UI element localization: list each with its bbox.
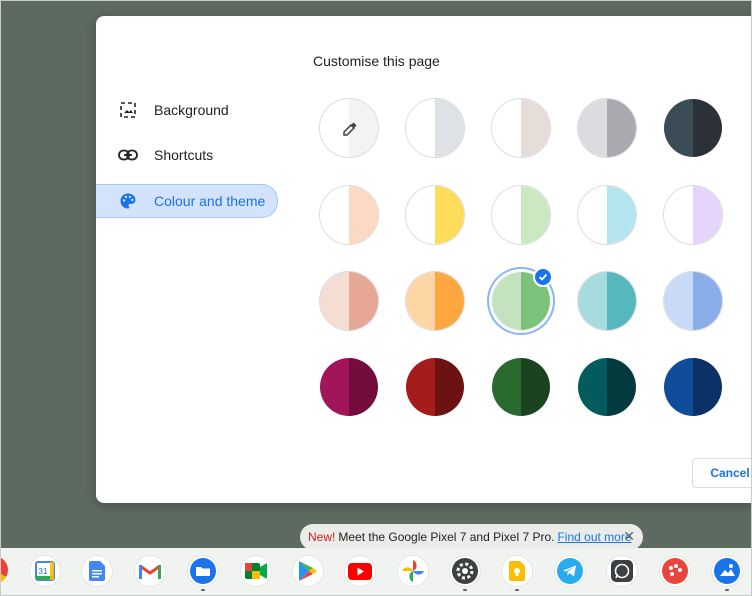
sidebar-item-label: Colour and theme <box>154 193 266 209</box>
meet-icon[interactable] <box>241 556 271 586</box>
swatch-aqua-light[interactable] <box>577 185 637 245</box>
link-icon <box>118 145 138 165</box>
swatch-left-half <box>492 358 521 416</box>
youtube-icon[interactable] <box>345 556 375 586</box>
swatch-forest[interactable] <box>491 357 551 417</box>
swatch-right-half <box>521 99 550 157</box>
running-indicator <box>463 589 467 591</box>
gmail-icon[interactable] <box>135 556 165 586</box>
swatch-left-half <box>578 99 607 157</box>
image-icon <box>118 100 138 120</box>
swatch-left-half <box>664 186 693 244</box>
swatch-left-half <box>406 186 435 244</box>
swatch-default-light[interactable] <box>405 98 465 158</box>
swatch-right-half <box>349 272 378 330</box>
sidebar-item-label: Shortcuts <box>154 147 214 163</box>
files-icon[interactable] <box>188 556 218 586</box>
swatch-edge-row-4 <box>748 356 752 416</box>
running-indicator <box>201 589 205 591</box>
swatch-right-half <box>693 272 722 330</box>
swatch-right-half <box>607 99 636 157</box>
calendar-icon[interactable]: 31 <box>30 556 60 586</box>
swatch-right-half <box>693 358 722 416</box>
swatch-right-half <box>607 358 636 416</box>
swatch-right-half <box>349 186 378 244</box>
swatch-right-half <box>607 272 636 330</box>
gallery-icon[interactable] <box>712 556 742 586</box>
sidebar-item-label: Background <box>154 102 229 118</box>
close-icon[interactable]: ✕ <box>623 528 635 545</box>
swatch-slate[interactable] <box>663 98 723 158</box>
palette-icon <box>118 191 138 211</box>
promo-notification: New! Meet the Google Pixel 7 and Pixel 7… <box>300 524 643 550</box>
paint-icon[interactable] <box>660 556 690 586</box>
swatch-yellow[interactable] <box>405 185 465 245</box>
swatch-right-half <box>435 186 464 244</box>
swatch-left-half <box>406 272 435 330</box>
swatch-peach-light[interactable] <box>319 185 379 245</box>
swatch-lavender-light[interactable] <box>663 185 723 245</box>
running-indicator <box>515 589 519 591</box>
swatch-crimson[interactable] <box>405 357 465 417</box>
swatch-right-half <box>435 99 464 157</box>
eyedropper-icon <box>341 120 359 138</box>
swatch-left-half <box>578 272 607 330</box>
swatch-right-half <box>693 99 722 157</box>
swatch-blue[interactable] <box>663 271 723 331</box>
cancel-button[interactable]: Cancel <box>692 458 752 488</box>
swatch-left-half <box>320 272 349 330</box>
swatch-navy[interactable] <box>663 357 723 417</box>
swatch-edge-row-1 <box>748 113 752 173</box>
telegram-icon[interactable] <box>555 556 585 586</box>
whatsapp-icon[interactable] <box>607 556 637 586</box>
swatch-mint-light[interactable] <box>491 185 551 245</box>
swatch-right-half <box>435 358 464 416</box>
swatch-deep-teal[interactable] <box>577 357 637 417</box>
swatch-left-half <box>578 358 607 416</box>
swatch-teal[interactable] <box>577 271 637 331</box>
swatch-left-half <box>320 186 349 244</box>
swatch-left-half <box>492 272 521 330</box>
swatch-left-half <box>664 99 693 157</box>
swatch-left-half <box>320 358 349 416</box>
play-store-icon[interactable] <box>293 556 323 586</box>
swatch-left-half <box>406 99 435 157</box>
sidebar-item-background[interactable]: Background <box>96 94 277 126</box>
swatch-right-half <box>693 186 722 244</box>
swatch-left-half <box>492 186 521 244</box>
swatch-left-half <box>664 272 693 330</box>
swatch-right-half <box>349 358 378 416</box>
new-badge: New! <box>308 530 336 544</box>
swatch-left-half <box>578 186 607 244</box>
swatch-left-half <box>406 358 435 416</box>
swatch-right-half <box>521 358 550 416</box>
swatch-plum[interactable] <box>319 357 379 417</box>
docs-icon[interactable] <box>82 556 112 586</box>
selected-check-icon <box>533 267 553 287</box>
customise-dialog: Customise this page Background Shortcuts… <box>96 16 752 503</box>
dialog-title: Customise this page <box>313 53 440 69</box>
swatch-apricot[interactable] <box>319 271 379 331</box>
find-out-more-link[interactable]: Find out more <box>557 530 631 544</box>
swatch-custom[interactable] <box>319 98 379 158</box>
sidebar-item-shortcuts[interactable]: Shortcuts <box>96 139 277 171</box>
calendar-number: 31 <box>39 567 48 576</box>
notification-text: Meet the Google Pixel 7 and Pixel 7 Pro. <box>338 530 555 544</box>
swatch-right-half <box>435 272 464 330</box>
swatch-left-half <box>492 99 521 157</box>
swatch-right-half <box>607 186 636 244</box>
swatch-warm-grey[interactable] <box>491 98 551 158</box>
swatch-left-half <box>664 358 693 416</box>
swatch-right-half <box>521 186 550 244</box>
settings-icon[interactable] <box>450 556 480 586</box>
swatch-orange[interactable] <box>405 271 465 331</box>
shelf <box>0 548 752 596</box>
keep-icon[interactable] <box>502 556 532 586</box>
photos-icon[interactable] <box>398 556 428 586</box>
swatch-cool-grey[interactable] <box>577 98 637 158</box>
sidebar-item-colour-and-theme[interactable]: Colour and theme <box>96 184 278 218</box>
running-indicator <box>725 589 729 591</box>
